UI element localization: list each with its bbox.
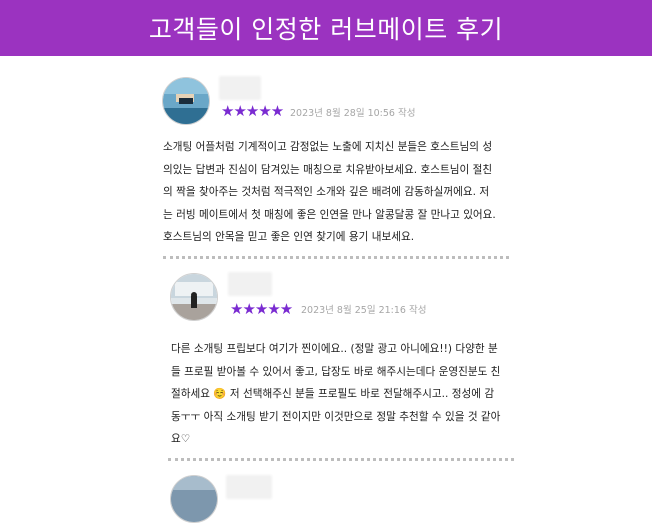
review-date: 2023년 8월 28일 10:56 작성 <box>290 108 416 119</box>
review-line: 들 프로필 받아볼 수 있어서 좋고, 답장도 바로 해주시는데다 운영진분도 … <box>171 365 501 378</box>
review-text: 소개팅 어플처럼 기계적이고 감정없는 노출에 지치신 분들은 호스트님의 성 … <box>163 136 496 249</box>
review-line: 동ㅜㅜ 아직 소개팅 받기 전이지만 이것만으로 정말 추천할 수 있을 것 같… <box>171 410 501 423</box>
review-date: 2023년 8월 25일 21:16 작성 <box>301 305 427 316</box>
review-divider <box>163 256 509 259</box>
review-line: 의있는 답변과 진심이 담겨있는 매칭으로 치유받아보세요. 호스트님이 절친 <box>163 163 493 176</box>
review-line: 의 짝을 찾아주는 것처럼 적극적인 소개와 깊은 배려에 감동하실꺼에요. 저 <box>163 186 490 199</box>
rating-stars: ★★★★★ <box>230 300 293 318</box>
reviews-banner: 고객들이 인정한 러브메이트 후기 <box>0 0 652 56</box>
review-line: 소개팅 어플처럼 기계적이고 감정없는 노출에 지치신 분들은 호스트님의 성 <box>163 141 493 153</box>
review-line: 호스트님의 안목을 믿고 좋은 인연 찾기에 용기 내보세요. <box>163 231 415 244</box>
rating-stars: ★★★★★ <box>221 102 284 120</box>
avatar <box>162 77 210 125</box>
reviewer-name <box>219 76 261 100</box>
review-text: 다른 소개팅 프립보다 여기가 찐이에요.. (정말 광고 아니에요!!) 다양… <box>171 338 500 451</box>
avatar <box>170 475 218 523</box>
reviewer-name <box>226 475 272 499</box>
review-divider <box>168 458 514 461</box>
avatar <box>170 273 218 321</box>
review-line: 는 러빙 메이트에서 첫 매칭에 좋은 인연을 만나 알콩달콩 잘 만나고 있어… <box>163 208 496 221</box>
review-line: 요♡ <box>171 433 191 446</box>
banner-title: 고객들이 인정한 러브메이트 후기 <box>148 15 504 44</box>
review-line: 다른 소개팅 프립보다 여기가 찐이에요.. (정말 광고 아니에요!!) 다양… <box>171 343 498 355</box>
review-line: 절하세요 ☺️ 저 선택해주신 분들 프로필도 바로 전달해주시고.. 정성에 … <box>171 388 495 401</box>
reviewer-name <box>228 272 272 296</box>
